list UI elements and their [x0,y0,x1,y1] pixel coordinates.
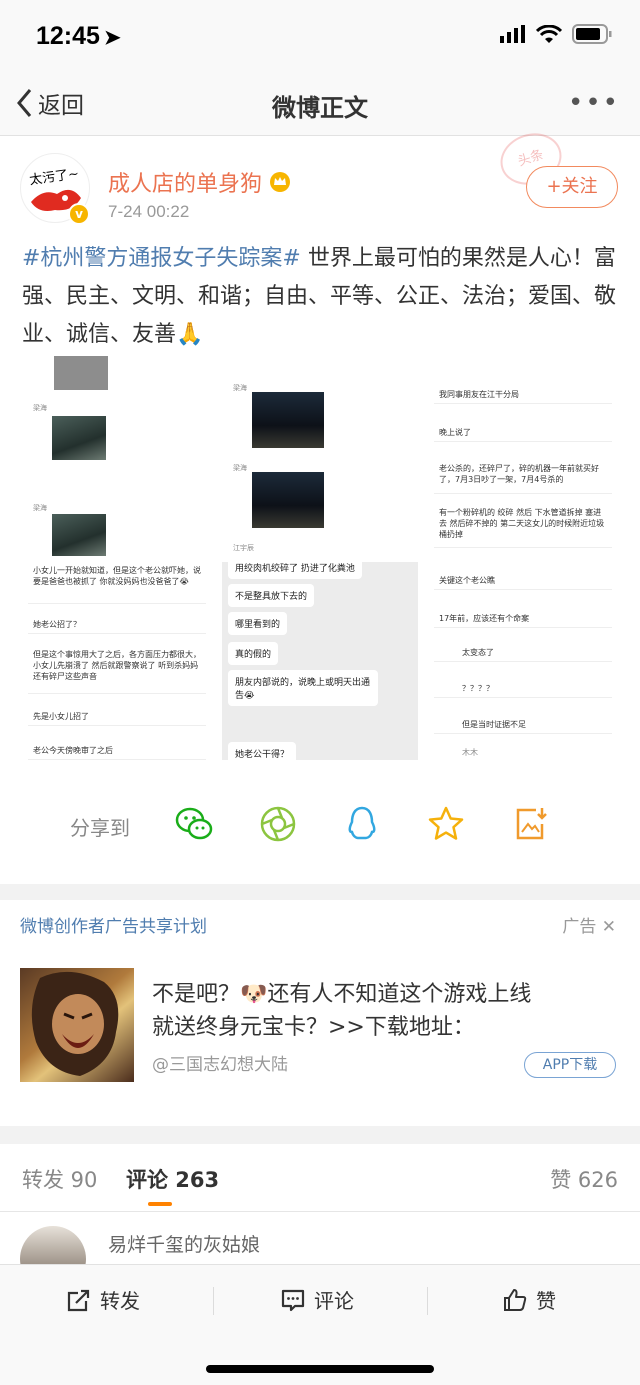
close-icon[interactable]: ✕ [602,917,616,937]
status-time: 12:45 ➤ [36,22,121,51]
cellular-signal-icon [500,25,525,43]
battery-icon [572,24,612,44]
nav-bar: 返回 微博正文 ••• [0,76,640,136]
chat-column-1: 梁海 梁海 小女儿一开始就知道，但是这个老公就吓她，说要是爸爸也被抓了 你就没妈… [22,356,212,760]
app-download-button[interactable]: APP下载 [524,1052,616,1078]
chat-bubble: 朋友内部说的，说晚上或明天出通告😭 [228,670,378,706]
qq-icon[interactable] [342,804,382,844]
chat-column-3: 我同事朋友在江干分局 晚上说了 老公杀的，还碎尸了，碎的机器一年前就买好了，7月… [428,356,618,760]
photo-thumb [252,472,324,528]
ad-text-line1: 不是吧？🐶还有人不知道这个游戏上线 [152,982,532,1007]
username[interactable]: 成人店的单身狗 [108,166,292,198]
comment-label: 评论 [314,1289,354,1313]
photo-thumb [54,356,108,390]
active-tab-indicator [148,1202,172,1206]
chat-message: 关键这个老公瞧 [434,572,612,590]
repost-button[interactable]: 转发 [66,1285,140,1314]
ad-close[interactable]: 广告 ✕ [562,912,616,937]
comment-username[interactable]: 易烊千玺的灰姑娘 [108,1230,260,1257]
repost-label: 转发 [100,1289,140,1313]
engagement-tabs: 转发 90 评论 263 赞 626 [0,1144,640,1212]
save-image-icon[interactable] [510,804,550,844]
chat-message: 小女儿一开始就知道，但是这个老公就吓她，说要是爸爸也被抓了 你就没妈妈也没爸爸了… [28,562,206,604]
more-options-icon[interactable]: ••• [568,88,620,118]
status-icons [500,24,612,44]
chat-bubble: 真的假的 [228,642,279,665]
chat-message: 17年前，应该还有个命案 [434,610,612,628]
post-image[interactable]: 梁海 梁海 小女儿一开始就知道，但是这个老公就吓她，说要是爸爸也被抓了 你就没妈… [22,356,618,760]
status-bar: 12:45 ➤ [0,0,640,76]
ad-program-link[interactable]: 微博创作者广告共享计划 [20,912,207,937]
post-text: #杭州警方通报女子失踪案# 世界上最可怕的果然是人心！富强、民主、文明、和谐；自… [22,240,622,354]
chat-message: 我同事朋友在江干分局 [434,386,612,404]
page-title: 微博正文 [272,94,368,122]
like-label: 赞 [536,1289,556,1313]
wifi-icon [536,24,562,43]
username-text: 成人店的单身狗 [108,172,263,197]
photo-thumb [52,416,106,460]
clock-text: 12:45 [36,22,100,50]
thumbs-up-icon [504,1288,527,1311]
ad-label: 广告 [562,917,597,937]
ad-source[interactable]: @三国志幻想大陆 [152,1050,288,1075]
moments-icon[interactable] [258,804,298,844]
chat-message: 木木 [434,744,612,760]
ad-character-image [31,971,119,1076]
chat-message: 晚上说了 [434,424,612,442]
ad-text[interactable]: 不是吧？🐶还有人不知道这个游戏上线 就送终身元宝卡？>>下载地址： [152,978,620,1044]
separator [427,1287,428,1315]
chat-bubble: 用绞肉机绞碎了 扔进了化粪池 [228,556,362,579]
crown-icon [270,172,291,192]
photo-thumb [252,392,324,448]
chat-message: 她老公招了？ [28,616,206,634]
wechat-icon[interactable] [174,804,214,844]
post-time: 7-24 00:22 [108,202,190,221]
home-indicator [206,1365,434,1373]
follow-button[interactable]: +关注 [526,166,618,208]
comment-icon [281,1289,305,1311]
chat-bubble: 不是整具放下去的 [228,584,315,607]
chat-message: 但是当时证据不足 [434,716,612,734]
chat-bubble: 她老公干得？ [228,742,297,760]
verified-badge-icon: v [68,203,90,225]
tab-like[interactable]: 赞 626 [550,1164,618,1194]
photo-thumb [52,514,106,556]
like-button[interactable]: 赞 [502,1285,556,1314]
favorite-star-icon[interactable] [426,804,466,844]
chat-name: 江宇辰 [228,540,412,557]
share-row: 分享到 [0,790,640,860]
hashtag-link[interactable]: #杭州警方通报女子失踪案# [22,246,301,271]
location-arrow-icon: ➤ [103,27,121,49]
chat-message: ？？？？ [434,680,612,698]
chat-message: 有一个粉碎机的 绞碎 然后 下水管道拆掉 塞进去 然后碎不掉的 第二天这女儿的时… [434,504,612,548]
section-divider [0,1126,640,1144]
chat-message: 太变态了 [434,644,612,662]
chat-message: 老公今天傍晚审了之后 [28,742,206,760]
chat-message: 先是小女儿招了 [28,708,206,726]
separator [213,1287,214,1315]
ad-text-line2: 就送终身元宝卡？>>下载地址： [152,1015,475,1040]
bottom-action-bar: 转发 评论 赞 [0,1264,640,1385]
tab-comment[interactable]: 评论 263 [126,1164,219,1194]
chat-name: 梁海 [28,400,206,417]
section-divider [0,884,640,900]
ad-thumbnail[interactable] [20,968,134,1082]
repost-icon [67,1289,90,1311]
comment-button[interactable]: 评论 [280,1285,354,1314]
share-label: 分享到 [70,816,130,840]
chat-column-2: 梁海 梁海 江宇辰 用绞肉机绞碎了 扔进了化粪池 不是整具放下去的 哪里看到的 … [222,356,418,760]
tab-repost[interactable]: 转发 90 [22,1164,97,1194]
chat-message: 但是这个事惊用大了之后，各方面压力都很大，小女儿先崩溃了 然后就跟警察说了 听到… [28,646,206,694]
chat-message: 老公杀的，还碎尸了，碎的机器一年前就买好了，7月3日吵了一架，7月4号杀的 [434,460,612,494]
chat-bubble: 哪里看到的 [228,612,288,635]
